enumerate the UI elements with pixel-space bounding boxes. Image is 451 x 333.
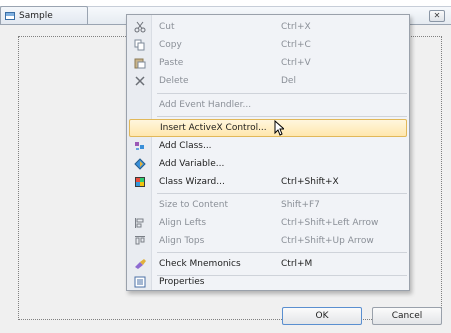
menu-item-label: Add Event Handler... (159, 100, 252, 110)
menu-item-label: Insert ActiveX Control... (160, 123, 267, 133)
menu-item-label: Delete (159, 76, 189, 86)
menu-item-shortcut: Ctrl+X (281, 22, 311, 32)
menu-item-check-mnemonics[interactable]: Check Mnemonics Ctrl+M (129, 255, 407, 273)
menu-item-shortcut: Ctrl+C (281, 40, 311, 50)
menu-item-add-variable[interactable]: Add Variable... (129, 155, 407, 173)
cut-icon (129, 19, 151, 35)
align-lefts-icon (129, 215, 151, 231)
menu-separator (157, 116, 407, 117)
menu-item-label: Copy (159, 40, 182, 50)
designer-canvas: Sample ✕ OK Cancel Cut Ctrl+X Copy Ctrl+… (0, 0, 451, 333)
menu-separator (157, 93, 407, 94)
class-wizard-icon (129, 174, 151, 190)
menu-separator (157, 193, 407, 194)
menu-item-class-wizard[interactable]: Class Wizard... Ctrl+Shift+X (129, 173, 407, 191)
menu-item-label: Add Variable... (159, 159, 225, 169)
menu-item-paste[interactable]: Paste Ctrl+V (129, 54, 407, 72)
check-mnemonics-icon (129, 256, 151, 272)
mouse-cursor-icon (274, 120, 284, 136)
menu-item-copy[interactable]: Copy Ctrl+C (129, 36, 407, 54)
menu-item-shortcut: Ctrl+V (281, 58, 311, 68)
add-class-icon (129, 138, 151, 154)
menu-item-size-to-content[interactable]: Size to Content Shift+F7 (129, 196, 407, 214)
menu-item-insert-activex-control[interactable]: Insert ActiveX Control... (129, 119, 407, 137)
close-icon: ✕ (433, 11, 441, 20)
menu-item-label: Paste (159, 58, 184, 68)
menu-item-properties[interactable]: Properties (129, 273, 407, 291)
dialog-title-tab[interactable]: Sample (0, 6, 88, 24)
menu-item-label: Align Tops (159, 236, 205, 246)
close-button[interactable]: ✕ (429, 10, 445, 22)
menu-item-label: Class Wizard... (159, 177, 225, 187)
menu-item-shortcut: Ctrl+Shift+X (281, 177, 339, 187)
menu-separator (157, 252, 407, 253)
menu-item-label: Cut (159, 22, 175, 32)
menu-item-cut[interactable]: Cut Ctrl+X (129, 18, 407, 36)
menu-item-shortcut: Ctrl+Shift+Left Arrow (281, 218, 379, 228)
ok-button[interactable]: OK (282, 307, 362, 325)
menu-item-label: Properties (159, 277, 205, 287)
menu-item-add-event-handler[interactable]: Add Event Handler... (129, 96, 407, 114)
menu-item-shortcut: Shift+F7 (281, 200, 320, 210)
menu-item-shortcut: Ctrl+Shift+Up Arrow (281, 236, 374, 246)
menu-item-shortcut: Del (281, 76, 296, 86)
menu-item-label: Add Class... (159, 141, 212, 151)
dialog-window-icon (5, 11, 15, 20)
menu-item-label: Size to Content (159, 200, 229, 210)
menu-item-label: Check Mnemonics (159, 259, 241, 269)
menu-item-delete[interactable]: Delete Del (129, 72, 407, 90)
menu-item-align-lefts[interactable]: Align Lefts Ctrl+Shift+Left Arrow (129, 214, 407, 232)
menu-item-label: Align Lefts (159, 218, 207, 228)
add-variable-icon (129, 156, 151, 172)
properties-icon (129, 274, 151, 290)
menu-item-align-tops[interactable]: Align Tops Ctrl+Shift+Up Arrow (129, 232, 407, 250)
delete-icon (129, 73, 151, 89)
cancel-button[interactable]: Cancel (372, 307, 442, 325)
paste-icon (129, 55, 151, 71)
context-menu: Cut Ctrl+X Copy Ctrl+C Paste Ctrl+V Dele… (126, 14, 410, 291)
align-tops-icon (129, 233, 151, 249)
copy-icon (129, 37, 151, 53)
menu-item-shortcut: Ctrl+M (281, 259, 313, 269)
dialog-title: Sample (19, 10, 53, 21)
menu-item-add-class[interactable]: Add Class... (129, 137, 407, 155)
